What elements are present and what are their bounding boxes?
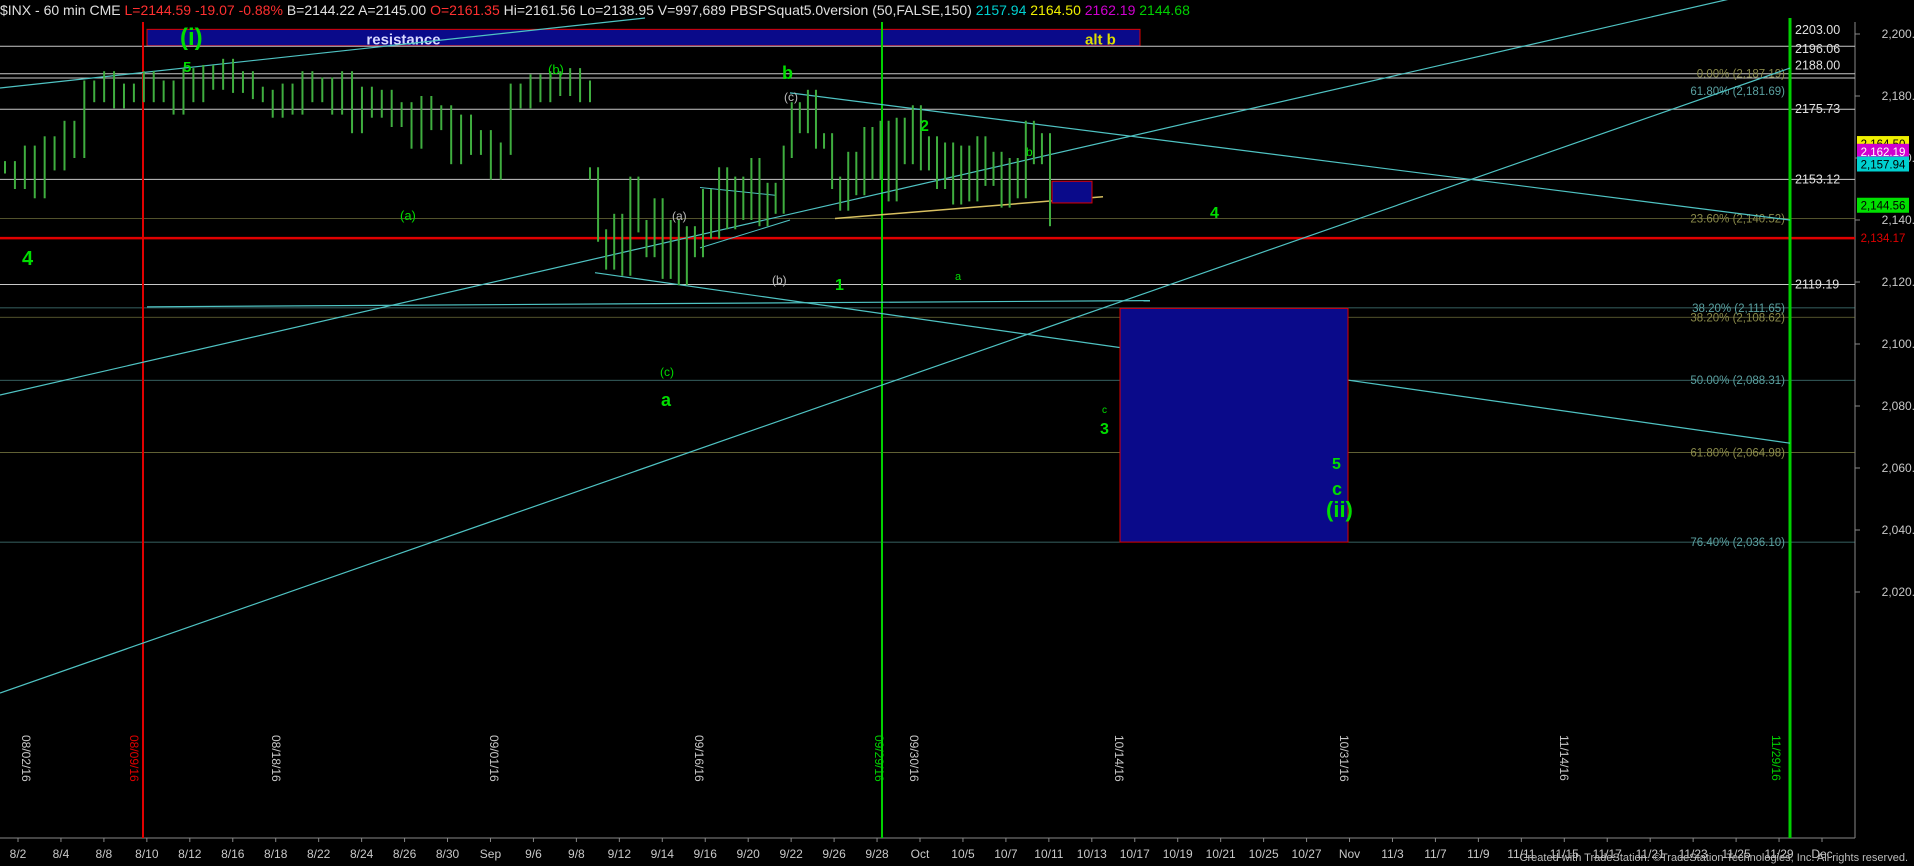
wave-label: 3 xyxy=(1100,421,1109,438)
x-vertical-date-label: 08/18/16 xyxy=(269,735,283,782)
fib-level-label: 76.40% (2,036.10) xyxy=(1690,537,1785,549)
wave-label: (c) xyxy=(784,90,798,104)
fib-level-label: 38.20% (2,108.62) xyxy=(1690,312,1785,324)
x-tick-label: 11/9 xyxy=(1467,847,1490,861)
y-tick-label: 2,040.00 xyxy=(1882,523,1914,537)
price-badge: 2,157.94 xyxy=(1861,160,1906,172)
y-tick-label: 2,020.00 xyxy=(1882,585,1914,599)
x-tick-label: 8/10 xyxy=(135,847,159,861)
channel-line xyxy=(146,300,1151,308)
wave-label: b xyxy=(782,63,793,83)
wave-label: (b) xyxy=(548,62,564,77)
wave-label: a xyxy=(955,271,962,283)
x-tick-label: Oct xyxy=(911,847,930,861)
fib-level-label: 61.80% (2,064.98) xyxy=(1690,448,1785,460)
price-level-badge: 2196.06 xyxy=(1795,42,1840,56)
x-tick-label: 8/18 xyxy=(264,847,288,861)
x-tick-label: 9/26 xyxy=(822,847,846,861)
x-tick-label: 9/8 xyxy=(568,847,585,861)
x-tick-label: 8/2 xyxy=(10,847,27,861)
wave-label: (i) xyxy=(180,24,203,51)
x-tick-label: 10/19 xyxy=(1163,847,1193,861)
target-box-large xyxy=(1119,307,1349,543)
price-level-badge: 2153.12 xyxy=(1795,172,1840,186)
price-level-badge: 2175.73 xyxy=(1795,102,1840,116)
x-tick-label: 9/12 xyxy=(608,847,632,861)
wave-label: (a) xyxy=(400,208,416,223)
x-tick-label: 8/22 xyxy=(307,847,331,861)
x-tick-label: 8/16 xyxy=(221,847,245,861)
price-chart: $INX - 60 min CME L=2144.59 -19.07 -0.88… xyxy=(0,0,1914,866)
y-tick-label: 2,060.00 xyxy=(1882,461,1914,475)
y-tick-label: 2,120.00 xyxy=(1882,275,1914,289)
x-tick-label: 8/8 xyxy=(96,847,113,861)
x-vertical-date-label: 10/31/16 xyxy=(1337,735,1351,782)
x-vertical-date-label: 09/29/16 xyxy=(872,735,886,782)
x-tick-label: 9/6 xyxy=(525,847,542,861)
x-tick-label: 10/13 xyxy=(1077,847,1107,861)
target-box-small xyxy=(1051,180,1093,204)
x-tick-label: 8/24 xyxy=(350,847,374,861)
x-tick-label: 10/11 xyxy=(1034,847,1063,861)
wave-label: 4 xyxy=(1210,205,1219,222)
y-tick-label: 2,180.00 xyxy=(1882,89,1914,103)
x-vertical-date-label: 10/14/16 xyxy=(1112,735,1126,782)
price-level-badge: 2203.00 xyxy=(1795,23,1840,37)
x-tick-label: 8/30 xyxy=(436,847,460,861)
wave-label: (a) xyxy=(672,209,687,223)
x-tick-label: 10/25 xyxy=(1249,847,1279,861)
x-vertical-date-label: 09/30/16 xyxy=(907,735,921,782)
x-tick-label: 11/3 xyxy=(1381,847,1404,861)
x-tick-label: Sep xyxy=(480,847,502,861)
x-tick-label: 8/12 xyxy=(178,847,202,861)
y-tick-label: 2,140.00 xyxy=(1882,213,1914,227)
wave-label: (b) xyxy=(772,273,787,287)
x-vertical-date-label: 09/16/16 xyxy=(692,735,706,782)
wave-label: (ii) xyxy=(1326,497,1353,522)
wave-label: c xyxy=(1332,479,1342,499)
x-tick-label: 11/7 xyxy=(1424,847,1447,861)
fib-level-label: 23.60% (2,140.52) xyxy=(1690,213,1785,225)
wave-label: c xyxy=(1102,405,1107,416)
x-vertical-date-label: 11/14/16 xyxy=(1557,735,1571,781)
x-tick-label: 9/14 xyxy=(651,847,675,861)
footer-credit: Created with TradeStation. ©TradeStation… xyxy=(1519,852,1908,864)
price-level-badge: 2188.00 xyxy=(1795,58,1840,72)
x-vertical-date-label: 08/02/16 xyxy=(19,735,33,782)
x-tick-label: 8/4 xyxy=(53,847,70,861)
wave-label: 4 xyxy=(22,248,34,270)
fib-level-label: 50.00% (2,088.31) xyxy=(1690,375,1785,387)
x-tick-label: 8/26 xyxy=(393,847,417,861)
fib-level-label: 61.80% (2,181.69) xyxy=(1690,86,1785,98)
wave-label: 5 xyxy=(1332,456,1341,473)
y-tick-label: 2,200.00 xyxy=(1882,27,1914,41)
price-badge: 2,134.17 xyxy=(1861,233,1906,245)
x-vertical-date-label: 11/29/16 xyxy=(1769,735,1783,781)
x-tick-label: 10/21 xyxy=(1206,847,1236,861)
x-tick-label: 9/22 xyxy=(779,847,803,861)
x-vertical-date-label: 09/01/16 xyxy=(487,735,501,782)
x-tick-label: 10/5 xyxy=(951,847,975,861)
wave-label: 5 xyxy=(183,59,191,76)
wave-label: 2 xyxy=(920,118,929,135)
wave-label: a xyxy=(661,390,672,410)
price-level-badge: 2119.19 xyxy=(1795,278,1839,292)
x-vertical-date-label: 08/09/16 xyxy=(127,735,141,782)
chart-plot: resistance alt b0.00% (2,187.19)61.80% (2… xyxy=(0,0,1914,861)
y-tick-label: 2,100.00 xyxy=(1882,337,1914,351)
x-tick-label: Nov xyxy=(1339,847,1360,861)
price-badge: 2,144.56 xyxy=(1861,201,1906,213)
wave-label: 1 xyxy=(835,277,844,294)
x-tick-label: 10/17 xyxy=(1120,847,1150,861)
wave-label: (c) xyxy=(660,365,674,379)
y-tick-label: 2,080.00 xyxy=(1882,399,1914,413)
resistance-zone xyxy=(146,28,1141,47)
x-tick-label: 9/20 xyxy=(737,847,761,861)
x-tick-label: 10/7 xyxy=(994,847,1018,861)
x-tick-label: 9/28 xyxy=(865,847,889,861)
x-tick-label: 9/16 xyxy=(694,847,718,861)
wave-label: b xyxy=(1026,145,1033,159)
channel-line xyxy=(789,92,1791,221)
x-tick-label: 10/27 xyxy=(1292,847,1322,861)
